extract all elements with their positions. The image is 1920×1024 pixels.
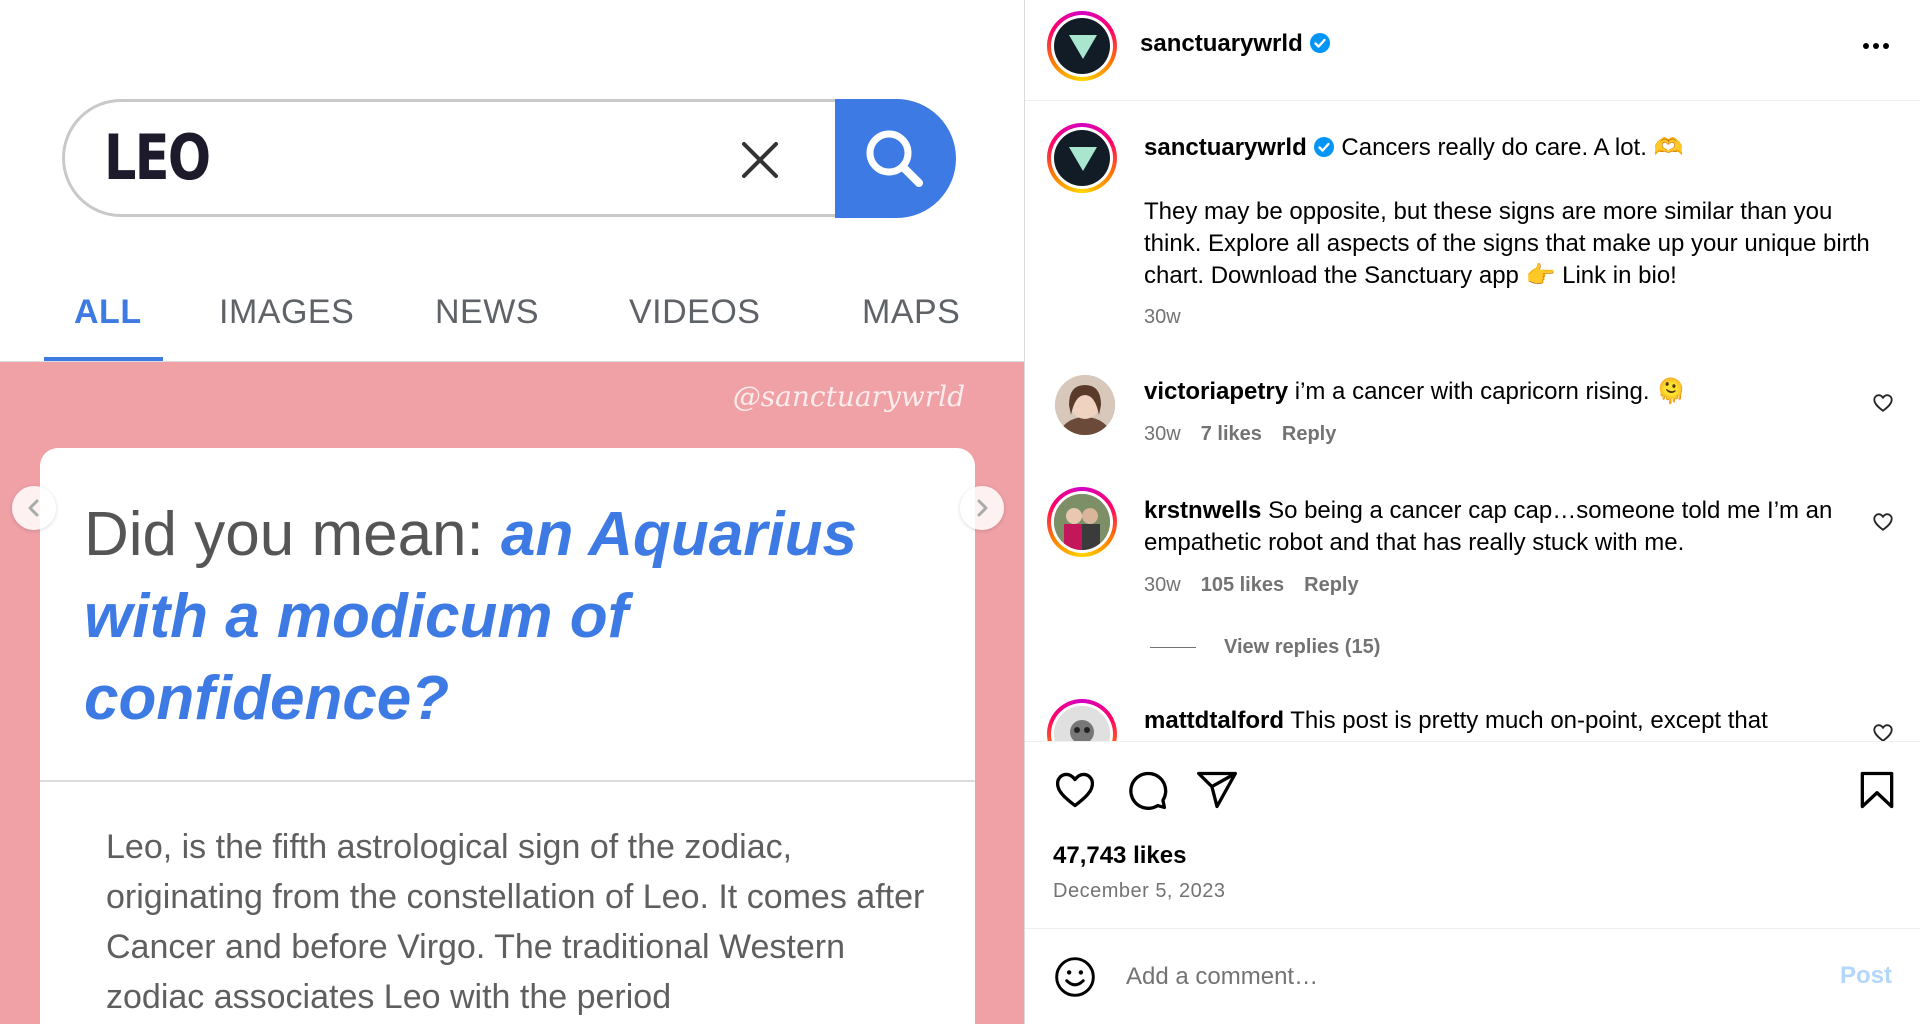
card-body-text: Leo, is the fifth astrological sign of t…: [106, 828, 925, 1016]
tab-all: ALL: [74, 293, 142, 331]
header-username[interactable]: sanctuarywrld: [1140, 30, 1331, 58]
caption-headline: Cancers really do care. A lot. 🫶: [1341, 134, 1684, 161]
comment-timestamp: 30w: [1144, 574, 1181, 596]
search-icon: [866, 130, 923, 187]
view-replies-button[interactable]: View replies (15): [1150, 636, 1380, 659]
verified-badge-icon: [1313, 137, 1334, 157]
carousel-next-button[interactable]: [960, 486, 1004, 530]
like-heart-icon[interactable]: [1053, 768, 1097, 812]
divider: [1150, 647, 1196, 649]
comment-icon[interactable]: [1125, 768, 1169, 812]
watermark: @sanctuarywrld: [732, 380, 965, 413]
avatar[interactable]: [1047, 11, 1117, 81]
result-card: Did you mean: an Aquarius with a modicum…: [40, 448, 975, 1024]
did-you-mean-text: Did you mean: an Aquarius with a modicum…: [84, 494, 954, 740]
bookmark-icon[interactable]: [1855, 768, 1899, 812]
username-link[interactable]: sanctuarywrld: [1140, 30, 1303, 57]
comment-text: mattdtalford This post is pretty much on…: [1144, 705, 1864, 737]
comment-body: This post is pretty much on-point, excep…: [1290, 707, 1768, 734]
chevron-left-icon: [28, 499, 39, 517]
post-button[interactable]: Post: [1840, 962, 1892, 990]
caption-username[interactable]: sanctuarywrld: [1144, 134, 1307, 161]
caption-timestamp: 30w: [1144, 306, 1181, 328]
caption-body: They may be opposite, but these signs ar…: [1144, 198, 1870, 289]
search-button: [835, 99, 956, 218]
comment-likes[interactable]: 7 likes: [1201, 423, 1262, 445]
tab-videos: VIDEOS: [629, 293, 761, 331]
carousel-prev-button[interactable]: [12, 486, 56, 530]
avatar[interactable]: [1047, 699, 1117, 741]
comment-input[interactable]: [1124, 958, 1748, 996]
share-send-icon[interactable]: [1195, 768, 1239, 812]
post-media-carousel: LEO ALL IMAGES NEWS VIDEOS MAPS @sanctua…: [0, 0, 1024, 1024]
heart-icon[interactable]: [1872, 511, 1894, 533]
heart-icon[interactable]: [1872, 392, 1894, 414]
tab-news: NEWS: [435, 293, 539, 331]
comment-username[interactable]: mattdtalford: [1144, 707, 1284, 734]
comment-meta: 30w 105 likes Reply: [1144, 574, 1379, 597]
emoji-icon[interactable]: [1053, 955, 1097, 999]
comment-body: i’m a cancer with capricorn rising. 🫠: [1294, 378, 1687, 405]
card-divider: [40, 780, 975, 782]
reply-button[interactable]: Reply: [1304, 574, 1358, 596]
comment-username[interactable]: victoriapetry: [1144, 378, 1288, 405]
avatar-photo: [1055, 375, 1115, 435]
verified-badge-icon: [1309, 33, 1330, 53]
chevron-right-icon: [977, 499, 988, 517]
question-prefix: Did you mean:: [84, 500, 501, 569]
divider: [1025, 741, 1920, 742]
avatar[interactable]: [1055, 375, 1115, 435]
clear-icon: [742, 142, 778, 178]
post-details-panel: sanctuarywrld sanctuarywrld Cancers real…: [1025, 0, 1920, 1024]
search-query-text: LEO: [104, 121, 211, 194]
heart-icon[interactable]: [1872, 722, 1894, 741]
comment-timestamp: 30w: [1144, 423, 1181, 445]
tab-maps: MAPS: [862, 293, 961, 331]
reply-button[interactable]: Reply: [1282, 423, 1336, 445]
more-options-icon[interactable]: [1858, 34, 1894, 58]
comment-text: victoriapetry i’m a cancer with capricor…: [1144, 376, 1864, 408]
comment-likes[interactable]: 105 likes: [1201, 574, 1284, 596]
avatar-photo: [1054, 494, 1110, 550]
avatar-photo: [1054, 706, 1110, 741]
view-replies-label[interactable]: View replies (15): [1224, 636, 1380, 658]
comment-username[interactable]: krstnwells: [1144, 497, 1261, 524]
post-date: December 5, 2023: [1053, 880, 1226, 902]
comments-scroll-area[interactable]: sanctuarywrld Cancers really do care. A …: [1025, 101, 1920, 741]
likes-count[interactable]: 47,743 likes: [1053, 842, 1186, 870]
post-caption: sanctuarywrld Cancers really do care. A …: [1144, 132, 1874, 292]
comment-text: krstnwells So being a cancer cap cap…som…: [1144, 495, 1864, 559]
triangle-logo-icon: [1069, 147, 1097, 171]
avatar[interactable]: [1047, 123, 1117, 193]
divider: [1025, 928, 1920, 929]
avatar[interactable]: [1047, 487, 1117, 557]
tab-images: IMAGES: [219, 293, 355, 331]
comment-meta: 30w 7 likes Reply: [1144, 423, 1356, 446]
triangle-logo-icon: [1069, 35, 1097, 59]
